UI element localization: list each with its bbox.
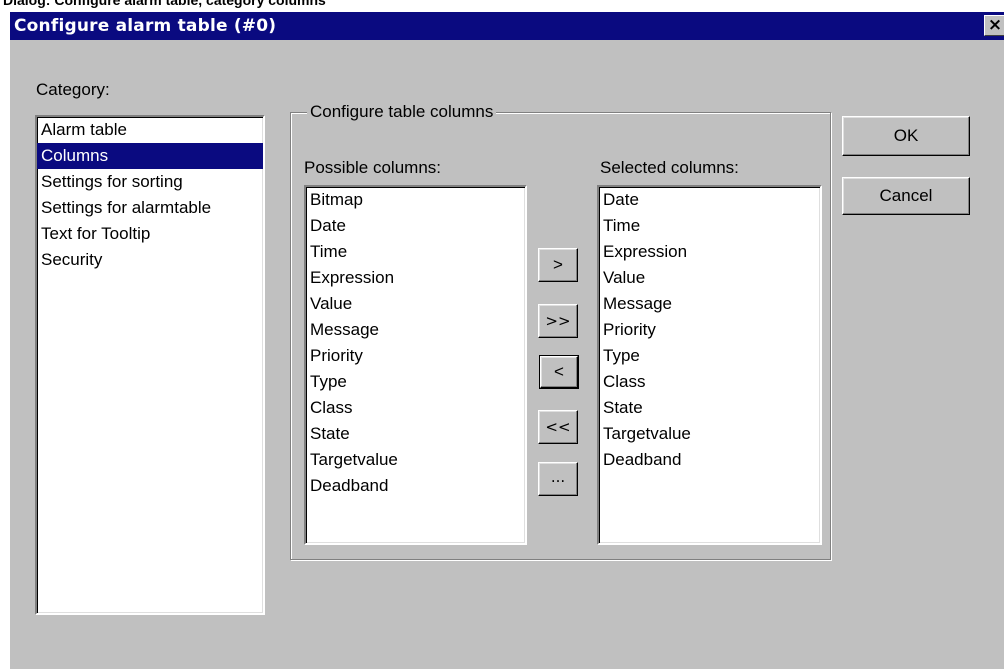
category-item[interactable]: Settings for alarmtable bbox=[37, 195, 263, 221]
possible-column-item[interactable]: Targetvalue bbox=[306, 447, 525, 473]
remove-column-button[interactable]: < bbox=[539, 355, 579, 389]
possible-column-item[interactable]: Type bbox=[306, 369, 525, 395]
possible-column-item[interactable]: Time bbox=[306, 239, 525, 265]
category-item[interactable]: Settings for sorting bbox=[37, 169, 263, 195]
selected-column-item[interactable]: Value bbox=[599, 265, 820, 291]
more-options-button[interactable]: ... bbox=[538, 462, 578, 496]
ok-button[interactable]: OK bbox=[842, 116, 970, 156]
possible-columns-list[interactable]: Bitmap Date Time Expression Value Message Prio… bbox=[304, 185, 527, 545]
category-list[interactable]: Alarm table Columns Settings for sorting Se… bbox=[35, 115, 265, 615]
category-label: Category: bbox=[36, 80, 110, 99]
possible-column-item[interactable]: Deadband bbox=[306, 473, 525, 499]
selected-columns-label: Selected columns: bbox=[600, 158, 739, 177]
selected-column-item[interactable]: Priority bbox=[599, 317, 820, 343]
possible-column-item[interactable]: Priority bbox=[306, 343, 525, 369]
add-column-button[interactable]: > bbox=[538, 248, 578, 282]
selected-column-item[interactable]: Targetvalue bbox=[599, 421, 820, 447]
possible-column-item[interactable]: Class bbox=[306, 395, 525, 421]
category-item[interactable]: Security bbox=[37, 247, 263, 273]
add-all-columns-button[interactable]: >> bbox=[538, 304, 578, 338]
selected-columns-list[interactable]: Date Time Expression Value Message Priority Ty… bbox=[597, 185, 822, 545]
window-title: Configure alarm table (#0) bbox=[14, 16, 277, 36]
close-icon[interactable]: × bbox=[984, 15, 1004, 36]
category-item[interactable]: Alarm table bbox=[37, 117, 263, 143]
remove-all-columns-button[interactable]: << bbox=[538, 410, 578, 444]
selected-column-item[interactable]: Type bbox=[599, 343, 820, 369]
document-caption: Dialog: Configure alarm table, category … bbox=[0, 0, 1004, 10]
possible-column-item[interactable]: State bbox=[306, 421, 525, 447]
category-item[interactable]: Text for Tooltip bbox=[37, 221, 263, 247]
configure-alarm-table-dialog: Configure alarm table (#0) × Category: A… bbox=[8, 10, 1004, 669]
possible-columns-label: Possible columns: bbox=[304, 158, 442, 177]
title-bar[interactable]: Configure alarm table (#0) × bbox=[10, 12, 1004, 40]
selected-column-item[interactable]: Expression bbox=[599, 239, 820, 265]
selected-column-item[interactable]: Class bbox=[599, 369, 820, 395]
possible-column-item[interactable]: Expression bbox=[306, 265, 525, 291]
group-title: Configure table columns bbox=[307, 102, 497, 122]
possible-column-item[interactable]: Bitmap bbox=[306, 187, 525, 213]
selected-column-item[interactable]: Message bbox=[599, 291, 820, 317]
possible-column-item[interactable]: Value bbox=[306, 291, 525, 317]
possible-column-item[interactable]: Message bbox=[306, 317, 525, 343]
selected-column-item[interactable]: Time bbox=[599, 213, 820, 239]
cancel-button[interactable]: Cancel bbox=[842, 177, 970, 215]
possible-column-item[interactable]: Date bbox=[306, 213, 525, 239]
selected-column-item[interactable]: Deadband bbox=[599, 447, 820, 473]
caption-text: Dialog: Configure alarm table, category … bbox=[3, 0, 326, 8]
selected-column-item[interactable]: State bbox=[599, 395, 820, 421]
selected-column-item[interactable]: Date bbox=[599, 187, 820, 213]
category-item[interactable]: Columns bbox=[37, 143, 263, 169]
